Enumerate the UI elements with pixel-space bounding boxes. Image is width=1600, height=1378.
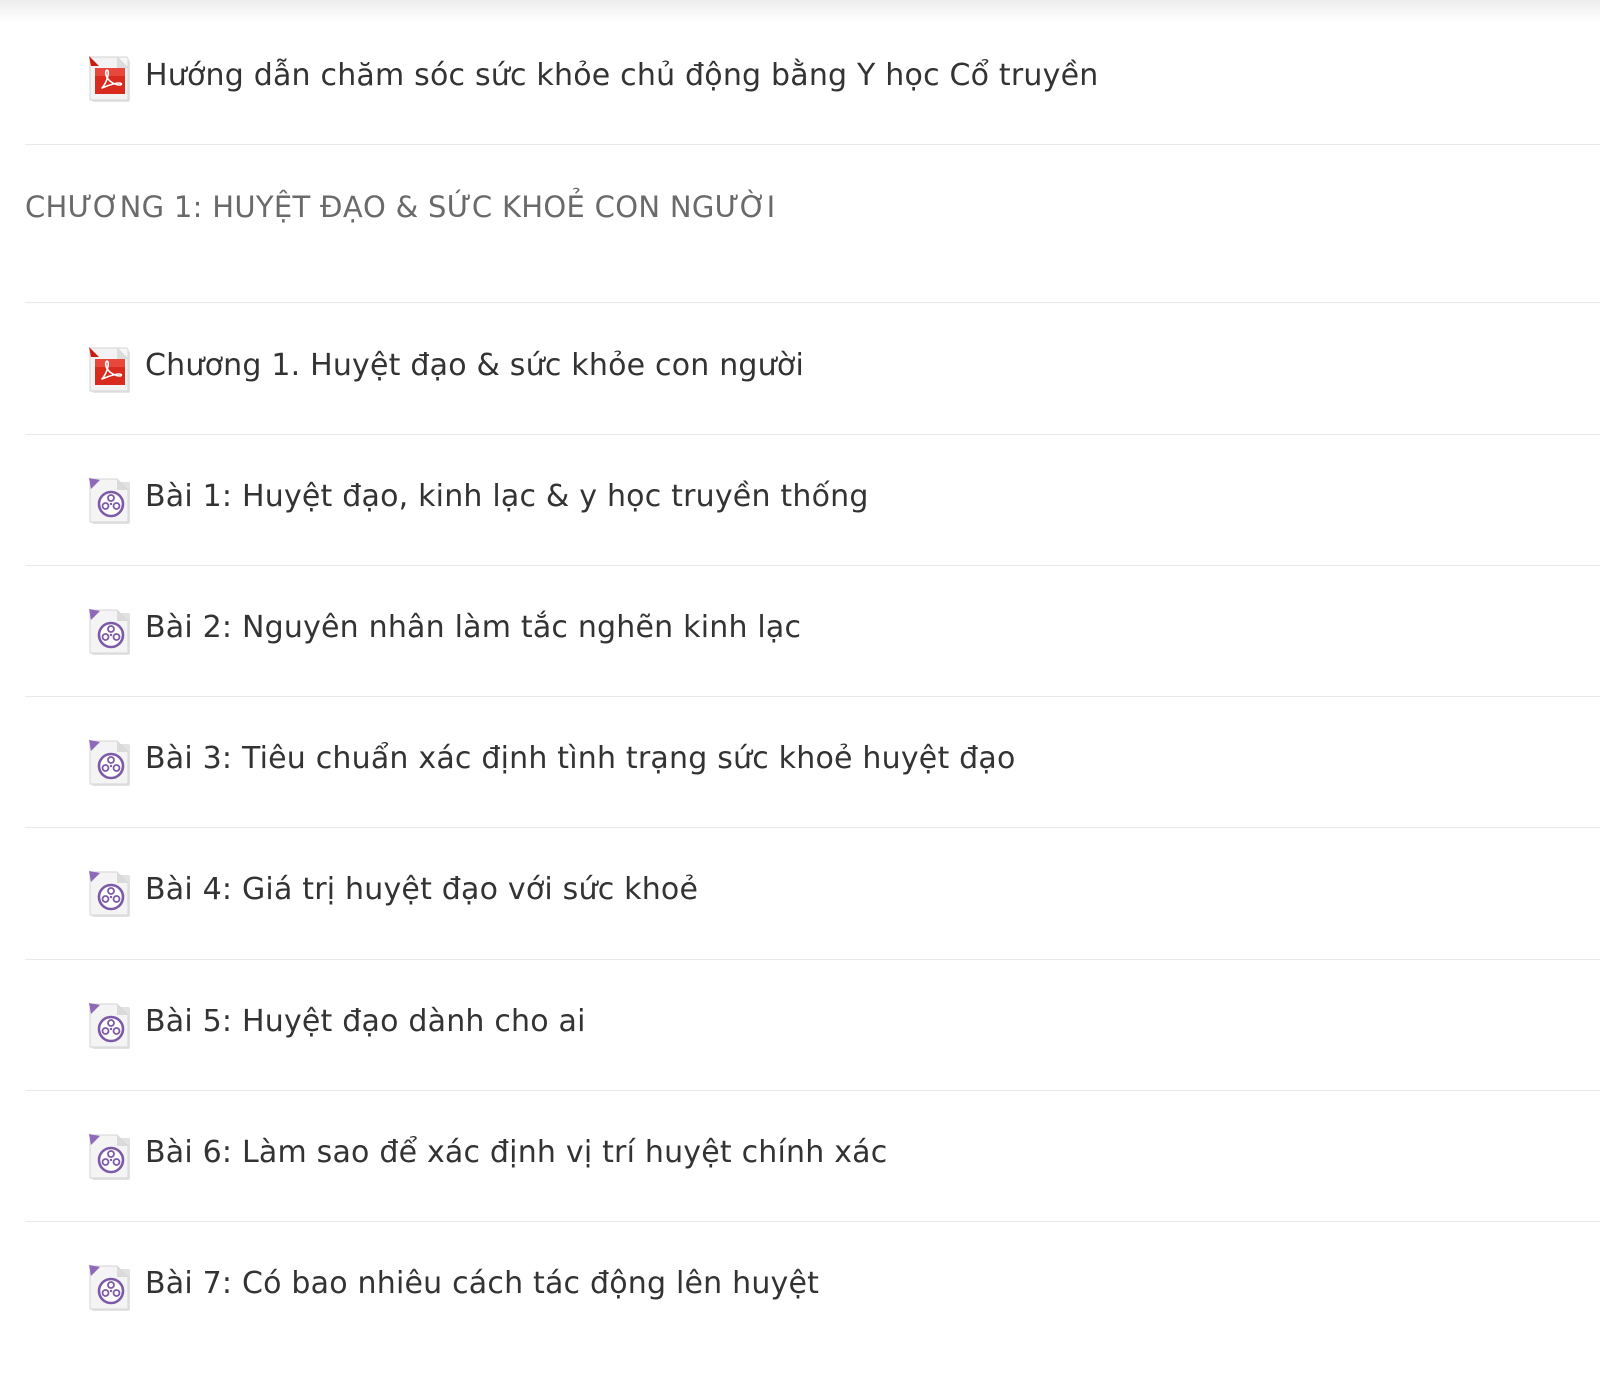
list-item-label: Bài 6: Làm sao để xác định vị trí huyệt …	[145, 1135, 888, 1170]
list-item-label: Bài 3: Tiêu chuẩn xác định tình trạng sứ…	[145, 741, 1016, 776]
video-icon	[87, 869, 133, 919]
divider	[25, 959, 1600, 960]
list-item-lesson-5[interactable]: Bài 5: Huyệt đạo dành cho ai	[25, 986, 1600, 1066]
video-icon	[87, 476, 133, 526]
pdf-icon	[87, 54, 133, 104]
list-item-label: Hướng dẫn chăm sóc sức khỏe chủ động bằn…	[145, 58, 1099, 93]
list-item-lesson-1[interactable]: Bài 1: Huyệt đạo, kinh lạc & y học truyề…	[25, 461, 1600, 541]
divider	[25, 696, 1600, 697]
divider	[25, 827, 1600, 828]
list-item-label: Bài 5: Huyệt đạo dành cho ai	[145, 1004, 586, 1039]
list-item-label: Bài 2: Nguyên nhân làm tắc nghẽn kinh lạ…	[145, 610, 802, 645]
top-shadow	[0, 0, 1600, 22]
list-item-lesson-6[interactable]: Bài 6: Làm sao để xác định vị trí huyệt …	[25, 1117, 1600, 1197]
video-icon	[87, 1263, 133, 1313]
list-item-label: Bài 7: Có bao nhiêu cách tác động lên hu…	[145, 1266, 820, 1301]
divider	[25, 302, 1600, 303]
divider	[25, 144, 1600, 145]
video-icon	[87, 738, 133, 788]
section-header: CHƯƠNG 1: HUYỆT ĐẠO & SỨC KHOẺ CON NGƯỜI	[25, 180, 1600, 240]
list-item-chapter-1-pdf[interactable]: Chương 1. Huyệt đạo & sức khỏe con người	[25, 330, 1600, 410]
list-item-lesson-4[interactable]: Bài 4: Giá trị huyệt đạo với sức khoẻ	[25, 854, 1600, 934]
video-icon	[87, 1132, 133, 1182]
divider	[25, 565, 1600, 566]
divider	[25, 434, 1600, 435]
list-item-label: Bài 1: Huyệt đạo, kinh lạc & y học truyề…	[145, 479, 869, 514]
divider	[25, 1090, 1600, 1091]
list-item-lesson-3[interactable]: Bài 3: Tiêu chuẩn xác định tình trạng sứ…	[25, 723, 1600, 803]
video-icon	[87, 1001, 133, 1051]
section-title: CHƯƠNG 1: HUYỆT ĐẠO & SỨC KHOẺ CON NGƯỜI	[25, 190, 776, 224]
pdf-icon	[87, 345, 133, 395]
divider	[25, 1221, 1600, 1222]
list-item-label: Chương 1. Huyệt đạo & sức khỏe con người	[145, 348, 804, 383]
lesson-list-page: Hướng dẫn chăm sóc sức khỏe chủ động bằn…	[0, 0, 1600, 1378]
list-item-lesson-2[interactable]: Bài 2: Nguyên nhân làm tắc nghẽn kinh lạ…	[25, 592, 1600, 672]
video-icon	[87, 607, 133, 657]
list-item-lesson-7[interactable]: Bài 7: Có bao nhiêu cách tác động lên hu…	[25, 1248, 1600, 1328]
list-item-intro-guide[interactable]: Hướng dẫn chăm sóc sức khỏe chủ động bằn…	[25, 40, 1600, 118]
list-item-label: Bài 4: Giá trị huyệt đạo với sức khoẻ	[145, 872, 699, 907]
